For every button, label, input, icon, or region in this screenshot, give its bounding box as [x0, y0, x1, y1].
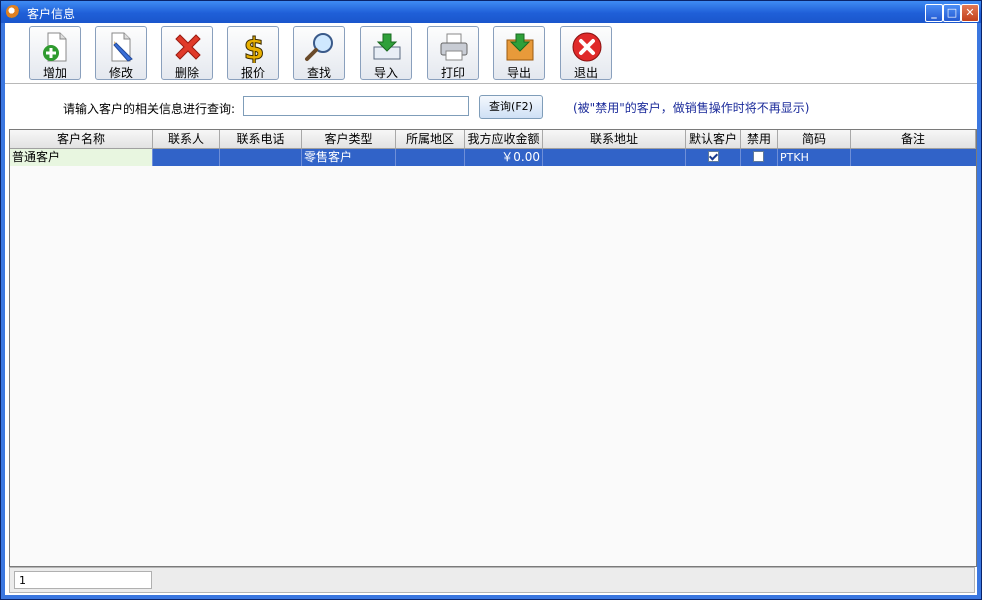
- col-customer-name[interactable]: 客户名称: [10, 130, 153, 148]
- customer-info-window: 客户信息 _ □ ✕ 增加 修改 删除 $ 报价 查找 导入 打印 导出 退出 …: [0, 0, 982, 600]
- exit-label: 退出: [573, 66, 598, 80]
- search-input[interactable]: [243, 96, 469, 116]
- edit-label: 修改: [108, 66, 133, 80]
- table-header: 客户名称 联系人 联系电话 客户类型 所属地区 我方应收金额 联系地址 默认客户…: [10, 130, 976, 149]
- cell-default-customer[interactable]: [686, 149, 741, 166]
- disabled-checkbox[interactable]: [753, 151, 764, 162]
- col-receivable-amount[interactable]: 我方应收金额: [465, 130, 543, 148]
- edit-button[interactable]: 修改: [95, 26, 147, 80]
- toolbar: 增加 修改 删除 $ 报价 查找 导入 打印 导出 退出: [5, 23, 977, 84]
- quote-button[interactable]: $ 报价: [227, 26, 279, 80]
- dollar-icon: $: [243, 32, 265, 64]
- window-title: 客户信息: [27, 7, 76, 21]
- app-icon: [6, 5, 20, 19]
- quote-label: 报价: [240, 66, 265, 80]
- export-folder-icon: [506, 33, 534, 61]
- status-bar: 1: [9, 567, 975, 593]
- import-tray-icon: [373, 33, 401, 60]
- col-region[interactable]: 所属地区: [396, 130, 465, 148]
- close-button[interactable]: ✕: [961, 4, 979, 22]
- cell-phone[interactable]: [220, 149, 302, 166]
- col-disabled[interactable]: 禁用: [741, 130, 778, 148]
- add-button[interactable]: 增加: [29, 26, 81, 80]
- delete-label: 删除: [174, 66, 199, 80]
- printer-icon: [440, 33, 468, 61]
- query-button[interactable]: 查询(F2): [479, 95, 543, 119]
- cell-region[interactable]: [396, 149, 465, 166]
- cell-contact[interactable]: [153, 149, 220, 166]
- cell-customer-name[interactable]: 普通客户: [10, 149, 153, 166]
- find-label: 查找: [306, 66, 331, 80]
- col-customer-type[interactable]: 客户类型: [302, 130, 396, 148]
- export-label: 导出: [506, 66, 531, 80]
- table-row[interactable]: 普通客户 零售客户 ￥0.00 PTKH: [10, 149, 976, 166]
- svg-text:$: $: [244, 32, 265, 63]
- delete-button[interactable]: 删除: [161, 26, 213, 80]
- exit-button[interactable]: 退出: [560, 26, 612, 80]
- add-document-icon: [43, 32, 67, 62]
- search-bar: 请输入客户的相关信息进行查询: 查询(F2) (被"禁用"的客户，做销售操作时将…: [5, 84, 977, 128]
- maximize-button[interactable]: □: [943, 4, 961, 22]
- cell-customer-type[interactable]: 零售客户: [302, 149, 396, 166]
- find-button[interactable]: 查找: [293, 26, 345, 80]
- export-button[interactable]: 导出: [493, 26, 545, 80]
- add-label: 增加: [42, 66, 67, 80]
- cell-disabled[interactable]: [741, 149, 778, 166]
- delete-x-icon: [175, 34, 201, 60]
- print-label: 打印: [440, 66, 465, 80]
- disabled-customer-note: (被"禁用"的客户，做销售操作时将不再显示): [573, 101, 810, 115]
- record-count: 1: [14, 571, 152, 589]
- import-label: 导入: [373, 66, 398, 80]
- magnifier-icon: [305, 33, 333, 61]
- cell-short-code[interactable]: PTKH: [778, 149, 851, 166]
- col-default-customer[interactable]: 默认客户: [686, 130, 741, 148]
- print-button[interactable]: 打印: [427, 26, 479, 80]
- customer-table[interactable]: 客户名称 联系人 联系电话 客户类型 所属地区 我方应收金额 联系地址 默认客户…: [9, 129, 977, 567]
- col-remark[interactable]: 备注: [851, 130, 976, 148]
- search-label: 请输入客户的相关信息进行查询:: [63, 102, 236, 116]
- edit-document-icon: [111, 32, 133, 62]
- cell-address[interactable]: [543, 149, 686, 166]
- import-button[interactable]: 导入: [360, 26, 412, 80]
- default-customer-checkbox[interactable]: [708, 151, 719, 162]
- minimize-button[interactable]: _: [925, 4, 943, 22]
- exit-circle-x-icon: [572, 32, 602, 62]
- cell-receivable-amount[interactable]: ￥0.00: [465, 149, 543, 166]
- col-short-code[interactable]: 简码: [778, 130, 851, 148]
- col-address[interactable]: 联系地址: [543, 130, 686, 148]
- title-bar[interactable]: 客户信息 _ □ ✕: [1, 1, 981, 23]
- cell-remark[interactable]: [851, 149, 976, 166]
- col-phone[interactable]: 联系电话: [220, 130, 302, 148]
- col-contact[interactable]: 联系人: [153, 130, 220, 148]
- client-area: 增加 修改 删除 $ 报价 查找 导入 打印 导出 退出 请输入客户的相关信息进…: [5, 23, 977, 595]
